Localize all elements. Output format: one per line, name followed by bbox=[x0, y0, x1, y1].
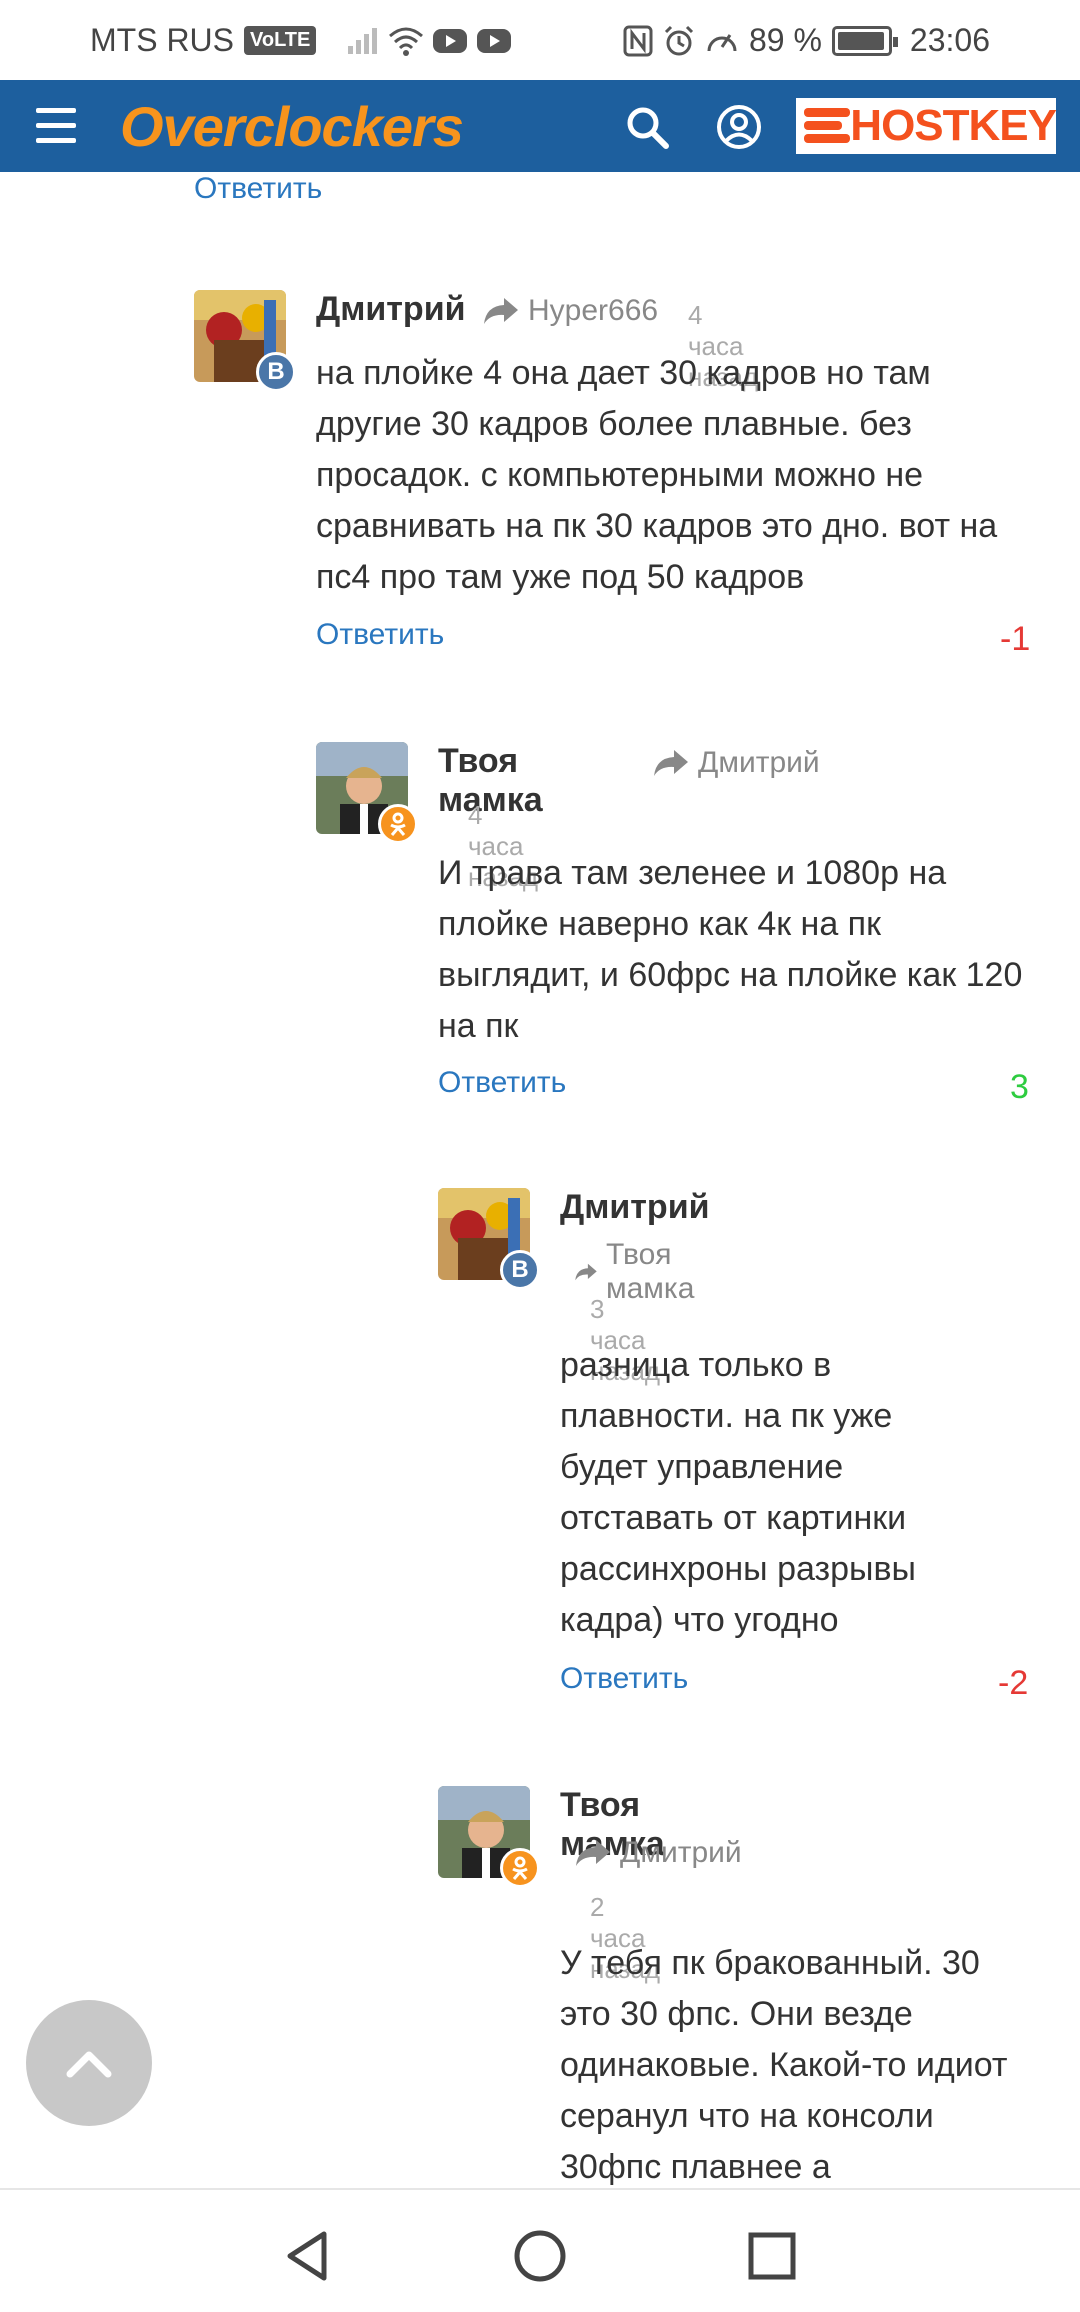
reply-arrow-icon bbox=[575, 1263, 597, 1281]
comments-list: Ответить В Дмитрий Hyper666 4 часа назад… bbox=[0, 172, 1080, 2188]
status-bar: MTS RUS VoLTE 89 % 23:06 bbox=[0, 0, 1080, 80]
comment-text: У тебя пк бракованный. 30 это 30 фпс. Он… bbox=[560, 1944, 1008, 2186]
chevron-up-icon bbox=[66, 2051, 112, 2078]
alarm-icon bbox=[664, 25, 694, 55]
signal-icon bbox=[348, 27, 378, 54]
volte-badge: VoLTE bbox=[244, 26, 317, 55]
comment-text: разница только в плавности. на пк уже бу… bbox=[560, 1346, 916, 1639]
reply-to[interactable]: Hyper666 bbox=[482, 294, 658, 328]
carrier-label: MTS RUS bbox=[90, 22, 234, 58]
comment-rating: -1 bbox=[1000, 620, 1031, 658]
hostkey-brand: HOSTKEY bbox=[850, 101, 1057, 150]
reply-arrow-icon bbox=[484, 298, 518, 324]
reply-to[interactable]: Дмитрий bbox=[574, 1836, 742, 1870]
comment-text: И трава там зеленее и 1080р на плойке на… bbox=[438, 854, 1023, 1045]
system-nav-bar bbox=[0, 2188, 1080, 2312]
ok-badge bbox=[500, 1848, 540, 1888]
comment-rating: -2 bbox=[998, 1664, 1029, 1702]
comment-author[interactable]: Дмитрий bbox=[560, 1188, 710, 1227]
youtube-icon bbox=[477, 28, 512, 53]
ok-badge bbox=[378, 804, 418, 844]
hamburger-icon[interactable] bbox=[36, 108, 76, 144]
vk-badge: В bbox=[256, 352, 296, 392]
wifi-icon bbox=[389, 27, 424, 56]
recents-square-icon[interactable] bbox=[742, 2226, 802, 2286]
nfc-icon bbox=[623, 25, 653, 56]
odnoklassniki-icon bbox=[390, 812, 406, 836]
status-icons-left bbox=[346, 26, 512, 56]
data-saver-icon bbox=[707, 33, 737, 51]
battery-percent: 89 % bbox=[748, 22, 822, 58]
reply-to[interactable]: Дмитрий bbox=[652, 746, 820, 780]
reply-to-name: Дмитрий bbox=[698, 746, 820, 779]
reply-arrow-icon bbox=[654, 750, 688, 776]
status-right: 89 % 23:06 bbox=[623, 22, 990, 59]
youtube-icon bbox=[433, 28, 468, 53]
comment-rating: 3 bbox=[1010, 1068, 1029, 1106]
reply-button[interactable]: Ответить bbox=[560, 1662, 688, 1696]
user-circle-icon[interactable] bbox=[714, 102, 764, 152]
reply-to-name: Hyper666 bbox=[528, 294, 659, 327]
home-circle-icon[interactable] bbox=[510, 2226, 570, 2286]
clock: 23:06 bbox=[909, 22, 990, 58]
odnoklassniki-icon bbox=[512, 1856, 528, 1880]
status-left: MTS RUS VoLTE bbox=[90, 22, 512, 59]
back-triangle-icon[interactable] bbox=[278, 2226, 338, 2286]
comment-text: на плойке 4 она дает 30 кадров но там др… bbox=[316, 354, 998, 596]
reply-to-name: Дмитрий bbox=[620, 1836, 742, 1869]
reply-button[interactable]: Ответить bbox=[316, 618, 444, 652]
search-icon[interactable] bbox=[622, 102, 672, 152]
reply-button[interactable]: Ответить bbox=[194, 172, 322, 206]
vk-badge: В bbox=[500, 1250, 540, 1290]
hostkey-ad-banner[interactable]: HOSTKEY bbox=[796, 98, 1057, 154]
reply-button[interactable]: Ответить bbox=[438, 1066, 566, 1100]
hostkey-logo-mark bbox=[804, 106, 850, 146]
reply-arrow-icon bbox=[576, 1840, 610, 1866]
site-header: Overclockers HOSTKEY bbox=[0, 80, 1080, 172]
comment-author[interactable]: Дмитрий bbox=[316, 290, 466, 329]
site-logo[interactable]: Overclockers bbox=[120, 94, 464, 159]
battery-icon bbox=[831, 25, 898, 56]
scroll-to-top-button[interactable] bbox=[26, 2000, 152, 2126]
